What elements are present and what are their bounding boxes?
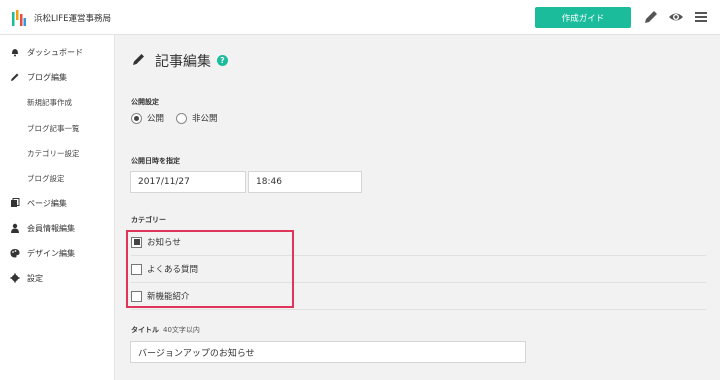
sidebar: ダッシュボード ブログ編集 新規記事作成 ブログ記事一覧 カテゴリー設定 ブログ… — [0, 35, 115, 380]
sidebar-item-new-post[interactable]: 新規記事作成 — [0, 92, 115, 112]
main-content: 記事編集 ? 公開設定 公開 非公開 公開日時を指定 2017/11/27 18… — [115, 35, 720, 380]
title-field-label: タイトル 40文字以内 — [131, 325, 200, 335]
guide-button[interactable]: 作成ガイド — [535, 7, 631, 28]
radio-public[interactable] — [131, 112, 142, 124]
sidebar-item-label: デザイン編集 — [27, 248, 75, 258]
sidebar-item-label: ダッシュボード — [27, 47, 83, 57]
pencil-icon — [11, 73, 19, 81]
category-label: カテゴリー — [131, 216, 166, 224]
time-field[interactable]: 18:46 — [248, 171, 362, 193]
gear-icon — [10, 273, 20, 283]
sidebar-item-label: カテゴリー設定 — [27, 148, 80, 158]
pencil-icon — [133, 54, 144, 65]
publish-radio-group: 公開 非公開 — [131, 112, 230, 124]
sidebar-item-label: ページ編集 — [27, 198, 67, 208]
sidebar-item-label: 会員情報編集 — [27, 223, 75, 233]
sidebar-item-label: 設定 — [27, 273, 43, 283]
sidebar-item-blog-settings[interactable]: ブログ設定 — [0, 168, 115, 188]
logo-icon — [12, 10, 26, 26]
sidebar-item-label: 新規記事作成 — [27, 97, 72, 107]
sidebar-item-category-settings[interactable]: カテゴリー設定 — [0, 143, 115, 163]
radio-public-label[interactable]: 公開 — [147, 112, 164, 124]
publish-label: 公開設定 — [131, 98, 159, 106]
site-title[interactable]: 浜松LIFE運営事務局 — [34, 12, 111, 24]
eye-icon[interactable] — [668, 9, 684, 25]
datetime-label: 公開日時を指定 — [131, 157, 180, 165]
palette-icon — [10, 249, 20, 258]
help-icon[interactable]: ? — [217, 55, 228, 66]
user-icon — [11, 223, 19, 233]
sidebar-item-member-edit[interactable]: 会員情報編集 — [0, 218, 115, 238]
sidebar-item-dashboard[interactable]: ダッシュボード — [0, 42, 115, 62]
sidebar-item-label: ブログ記事一覧 — [27, 123, 80, 133]
sidebar-item-page-edit[interactable]: ページ編集 — [0, 193, 115, 213]
title-input[interactable]: バージョンアップのお知らせ — [130, 341, 526, 363]
menu-icon[interactable] — [693, 9, 709, 25]
radio-private[interactable] — [176, 112, 188, 124]
date-field[interactable]: 2017/11/27 — [130, 171, 246, 193]
radio-private-label[interactable]: 非公開 — [192, 112, 218, 124]
title-label-text: タイトル — [131, 326, 159, 334]
sidebar-item-blog-edit[interactable]: ブログ編集 — [0, 67, 115, 87]
category-highlight-box — [126, 230, 294, 308]
bell-icon — [12, 49, 18, 57]
sidebar-item-design-edit[interactable]: デザイン編集 — [0, 243, 115, 263]
sidebar-item-label: ブログ設定 — [27, 173, 65, 183]
page-title: 記事編集 — [155, 54, 211, 70]
pencil-icon[interactable] — [643, 9, 659, 25]
pages-icon — [11, 198, 20, 207]
top-bar: 浜松LIFE運営事務局 作成ガイド — [0, 0, 720, 35]
sidebar-item-post-list[interactable]: ブログ記事一覧 — [0, 118, 115, 138]
sidebar-item-settings[interactable]: 設定 — [0, 268, 115, 288]
sidebar-item-label: ブログ編集 — [27, 72, 67, 82]
title-hint: 40文字以内 — [163, 326, 200, 334]
